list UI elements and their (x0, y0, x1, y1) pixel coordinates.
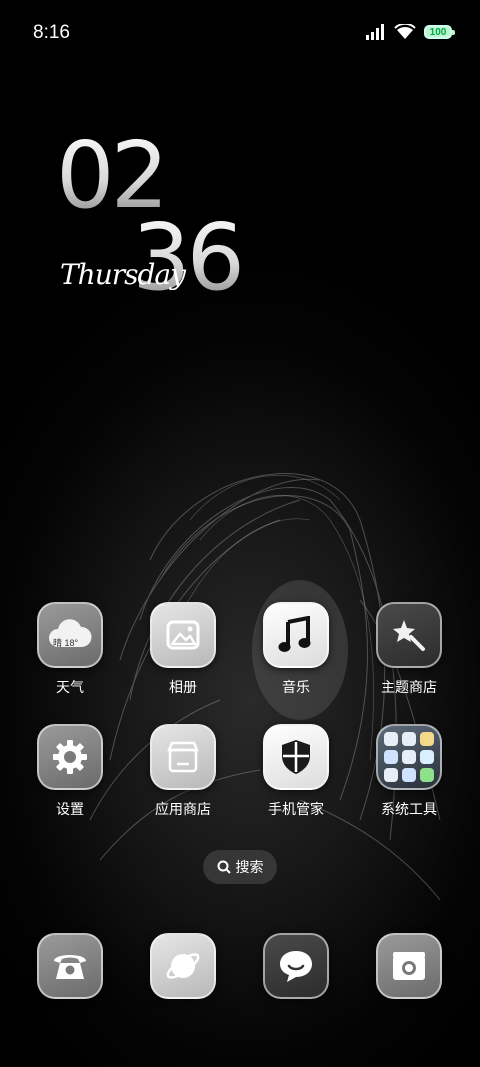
messages-icon (263, 933, 329, 999)
gear-shape (53, 740, 87, 774)
app-label: 设置 (56, 802, 84, 818)
app-phone-manager[interactable]: 手机管家 (244, 724, 348, 819)
gallery-icon (150, 602, 216, 668)
app-label: 系统工具 (381, 802, 437, 818)
app-weather[interactable]: 晴 18° 天气 (18, 602, 122, 697)
store-shape (167, 741, 199, 773)
theme-store-icon (376, 602, 442, 668)
app-label: 应用商店 (155, 802, 211, 818)
clock-widget[interactable]: 02 36 Thursday (0, 0, 480, 320)
camera-icon (376, 933, 442, 999)
shield-shape (282, 740, 310, 774)
clock-day: Thursday (60, 258, 186, 291)
app-label: 天气 (56, 680, 84, 696)
music-icon (263, 602, 329, 668)
app-settings[interactable]: 设置 (18, 724, 122, 819)
app-label: 主题商店 (381, 680, 437, 696)
search-label: 搜索 (235, 860, 264, 876)
gear-icon (37, 724, 103, 790)
app-gallery[interactable]: 相册 (131, 602, 235, 697)
shield-icon (263, 724, 329, 790)
planet-shape (166, 953, 200, 979)
dock-phone[interactable] (37, 933, 103, 999)
search-button[interactable]: 搜索 (203, 850, 277, 884)
app-label: 相册 (169, 680, 197, 696)
dock-camera[interactable] (376, 933, 442, 999)
weather-icon: 晴 18° (37, 602, 103, 668)
search-icon (217, 860, 231, 874)
app-theme-store[interactable]: 主题商店 (357, 602, 461, 697)
music-note-shape (278, 616, 311, 652)
telephone-shape (54, 955, 86, 979)
app-label: 音乐 (282, 680, 310, 696)
camera-shape (393, 952, 425, 980)
app-system-tools[interactable]: 系统工具 (357, 724, 461, 819)
app-music[interactable]: 音乐 (244, 602, 348, 697)
weather-temp: 晴 18° (53, 638, 79, 648)
chat-bubble-shape (280, 951, 312, 982)
dock-browser[interactable] (150, 933, 216, 999)
app-label: 手机管家 (268, 802, 324, 818)
app-app-store[interactable]: 应用商店 (131, 724, 235, 819)
picture-shape (166, 620, 200, 650)
magic-wand-shape (393, 620, 425, 651)
dock-messages[interactable] (263, 933, 329, 999)
app-store-icon (150, 724, 216, 790)
browser-icon (150, 933, 216, 999)
folder-preview-grid (384, 732, 434, 782)
phone-icon (37, 933, 103, 999)
folder-icon (376, 724, 442, 790)
